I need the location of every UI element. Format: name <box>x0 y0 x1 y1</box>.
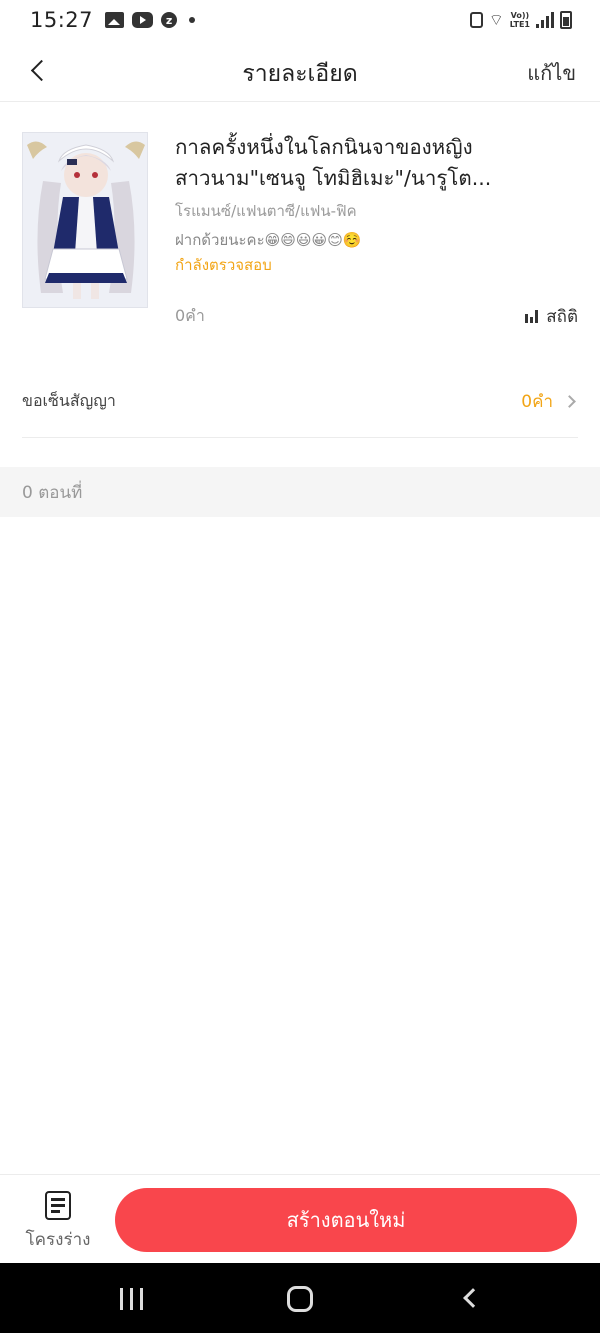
bar-chart-icon <box>525 310 539 323</box>
system-nav-bar <box>0 1263 600 1333</box>
lock-icon <box>469 12 483 28</box>
word-count: 0คำ <box>175 306 205 325</box>
notification-dot-icon <box>189 17 196 23</box>
novel-cover-image[interactable] <box>22 132 148 308</box>
novel-title: กาลครั้งหนึ่งในโลกนินจาของหญิง สาวนาม"เซ… <box>175 132 575 194</box>
system-back-button[interactable] <box>463 1288 483 1308</box>
status-bar: 15:27 z ⌔ Vo)) LTE1 <box>0 0 600 40</box>
volte-label: Vo)) <box>510 11 530 20</box>
chevron-right-icon <box>563 395 576 408</box>
episodes-header: 0 ตอนที่ <box>0 467 600 517</box>
recent-apps-button[interactable] <box>120 1288 143 1310</box>
contract-row[interactable]: ขอเซ็นสัญญา 0คำ <box>22 366 578 438</box>
app-header: รายละเอียด แก้ไข <box>0 40 600 102</box>
novel-note: ฝากด้วยนะคะ😁😄😃😀😊☺️ <box>175 231 362 249</box>
novel-title-line: กาลครั้งหนึ่งในโลกนินจาของหญิง <box>175 135 473 159</box>
cover-illustration <box>23 133 147 307</box>
home-button[interactable] <box>287 1286 313 1312</box>
document-icon <box>45 1191 71 1220</box>
gallery-icon <box>105 12 125 28</box>
draft-button[interactable]: โครงร่าง <box>20 1189 96 1253</box>
edit-button[interactable]: แก้ไข <box>527 57 576 89</box>
novel-genre: โรแมนซ์/แฟนตาซี/แฟน-ฟิค <box>175 202 357 220</box>
status-notification-icons: z <box>105 12 196 28</box>
page-title: รายละเอียด <box>242 61 358 87</box>
draft-label: โครงร่าง <box>25 1230 91 1250</box>
status-system-icons: ⌔ Vo)) LTE1 <box>469 10 572 30</box>
episodes-count: 0 ตอนที่ <box>22 482 83 503</box>
create-episode-button[interactable]: สร้างตอนใหม่ <box>115 1188 577 1252</box>
bottom-action-bar: โครงร่าง สร้างตอนใหม่ <box>0 1174 600 1263</box>
youtube-icon <box>132 12 154 28</box>
volte-icon: Vo)) LTE1 <box>510 11 530 29</box>
status-time: 15:27 <box>30 8 94 32</box>
contract-label: ขอเซ็นสัญญา <box>22 391 116 410</box>
wifi-icon: ⌔ <box>488 10 504 29</box>
signal-icon <box>536 12 554 28</box>
novel-title-line: สาวนาม"เซนจู โทมิฮิเมะ"/นารูโต... <box>175 166 492 190</box>
battery-icon <box>560 11 572 29</box>
stats-button[interactable]: สถิติ <box>525 303 578 330</box>
stats-label: สถิติ <box>546 307 578 327</box>
novel-card: กาลครั้งหนึ่งในโลกนินจาของหญิง สาวนาม"เซ… <box>0 102 600 342</box>
z-app-icon: z <box>161 12 178 28</box>
lte-label: LTE1 <box>509 20 530 29</box>
contract-value: 0คำ <box>521 392 553 412</box>
review-status-badge: กำลังตรวจสอบ <box>175 256 272 274</box>
